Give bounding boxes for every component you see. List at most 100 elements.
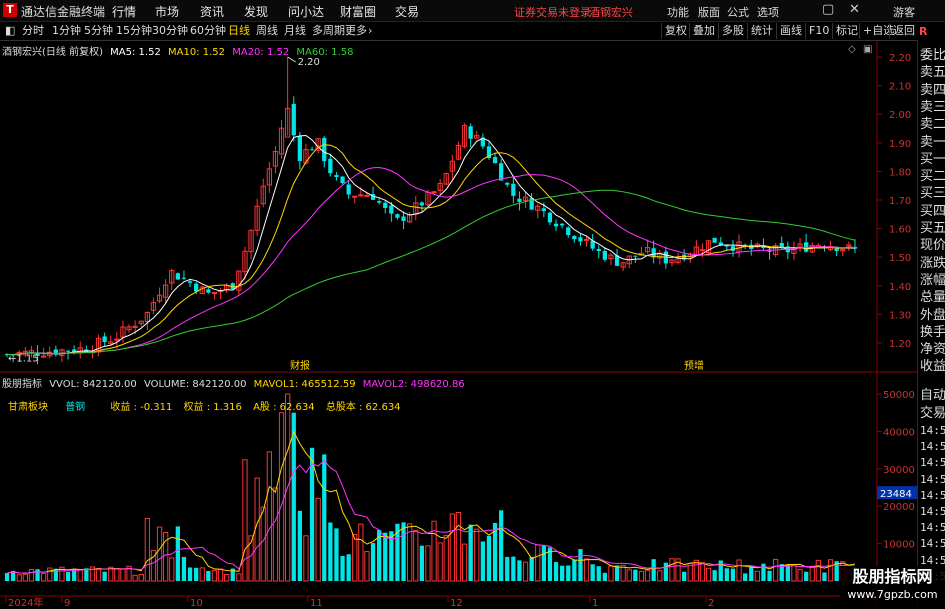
guest-label[interactable]: 游客 — [893, 4, 915, 20]
chart-area[interactable]: 2.20 ←1.15 财报 预增 ◇ ▣ 2.20 2.10 2.00 1.90 1.80 1.70… — [0, 40, 917, 609]
volume-bar — [28, 568, 35, 582]
volume-bar — [480, 541, 485, 581]
top-menu-item[interactable]: 版面 — [698, 4, 720, 20]
toolbar-button[interactable]: 画线 — [776, 23, 805, 39]
chart-close-icon[interactable]: ▣ — [863, 44, 872, 55]
volume-bar — [132, 574, 138, 582]
top-menu-item[interactable]: 选项 — [757, 4, 779, 20]
ma10-label: MA10: 1.52 — [168, 47, 226, 58]
tick-time: 14:56 — [920, 537, 945, 551]
candle-body — [712, 237, 717, 243]
candle-body — [560, 223, 565, 226]
app-title: 通达信金融终端 — [21, 5, 106, 19]
volume-bar — [206, 570, 211, 581]
toolbar-button[interactable]: 统计 — [747, 23, 776, 39]
menu-item[interactable]: 发现 — [244, 3, 268, 20]
menu-item[interactable]: 资讯 — [200, 3, 224, 20]
toolbar-button[interactable]: 多股 — [718, 23, 747, 39]
x-axis-label: 11 — [310, 598, 323, 609]
panel-toggle-icon[interactable]: R — [919, 25, 927, 38]
candle-body — [65, 350, 71, 352]
period-tab[interactable]: 60分钟 — [188, 23, 228, 39]
quote-field-label: 卖四 — [920, 82, 945, 98]
menu-item[interactable]: 问小达 — [288, 3, 324, 20]
volume-bar — [566, 565, 571, 581]
event-marker-preannounce[interactable]: 预增 — [684, 359, 704, 372]
toolbar-button[interactable]: 复权 — [661, 23, 690, 39]
volume-bar — [468, 524, 473, 581]
volume-bar — [827, 559, 834, 582]
collapse-icon[interactable]: ◧ — [3, 23, 17, 39]
volume-bar — [383, 532, 388, 581]
ma60-label: MA60: 1.58 — [296, 47, 354, 58]
event-marker-earnings[interactable]: 财报 — [290, 359, 310, 372]
period-tab[interactable]: 月线 — [282, 23, 308, 39]
volume-bar — [461, 543, 468, 582]
volume-bar — [633, 569, 638, 581]
volume-bar — [340, 555, 345, 581]
minimize-icon[interactable]: ▢ — [822, 2, 834, 17]
candle-body — [322, 137, 327, 162]
period-tab[interactable]: 1分钟 — [50, 23, 83, 39]
period-tab[interactable]: 5分钟 — [82, 23, 115, 39]
period-tab[interactable]: 30分钟 — [150, 23, 190, 39]
period-tab[interactable]: 周线 — [254, 23, 280, 39]
mavol-line — [6, 459, 855, 574]
candle-body — [541, 208, 546, 212]
candle-body — [340, 176, 345, 184]
low-marker-label: ←1.15 — [8, 353, 39, 364]
volume-bar — [437, 542, 443, 582]
candle-body — [41, 355, 47, 358]
vvol-value: VVOL: 842120.00 — [49, 379, 137, 390]
sub-chart-header: 股朋指标 VVOL: 842120.00 VOLUME: 842120.00 M… — [2, 375, 465, 390]
chevron-right-icon[interactable]: › — [366, 23, 374, 39]
chart-settings-icon[interactable]: ◇ — [848, 44, 856, 55]
top-menu-item[interactable]: 功能 — [667, 4, 689, 20]
volume-bar — [272, 487, 279, 582]
login-notice[interactable]: 证券交易未登录 — [514, 4, 591, 20]
volume-bar — [47, 567, 53, 582]
toolbar-button[interactable]: 返回 — [889, 23, 918, 39]
volume-bar — [425, 545, 431, 582]
a-shares-label: A股 : 62.634 — [253, 402, 315, 413]
menu-item[interactable]: 交易 — [395, 3, 419, 20]
top-menu-item[interactable]: 公式 — [727, 4, 749, 20]
volume-bar — [804, 571, 809, 581]
period-tab[interactable]: 15分钟 — [114, 23, 154, 39]
toolbar-button[interactable]: 叠加 — [689, 23, 718, 39]
period-tab[interactable]: 日线 — [226, 23, 252, 39]
candle-body — [364, 194, 370, 197]
volume-bar — [102, 571, 107, 581]
volume-bar — [517, 560, 522, 581]
volume-bar — [187, 567, 193, 581]
volume-bar — [535, 544, 541, 582]
menu-item[interactable]: 财富圈 — [340, 3, 376, 20]
volume-bar — [578, 549, 583, 581]
quote-field-label: 卖一 — [920, 134, 945, 150]
volume-bar — [65, 572, 71, 581]
period-tab[interactable]: 多周期 — [310, 23, 347, 39]
candle-body — [206, 289, 211, 293]
auto-trade-label[interactable]: 自动 — [920, 384, 945, 403]
candle-body — [383, 202, 388, 208]
volume-bar — [309, 447, 315, 581]
close-icon[interactable]: ✕ — [849, 2, 860, 17]
quote-field-label: 外盘 — [920, 307, 945, 323]
toolbar-button[interactable]: F10 — [805, 23, 832, 39]
volume-bar — [785, 564, 790, 581]
volume-bar — [602, 572, 607, 581]
menu-item[interactable]: 行情 — [112, 3, 136, 20]
candle-body — [346, 184, 351, 195]
auto-trade-label[interactable]: 交易 — [920, 402, 945, 421]
period-tab[interactable]: 分时 — [20, 23, 46, 39]
high-marker-label: 2.20 — [298, 57, 320, 68]
volume-bar — [773, 558, 779, 582]
volume-bar — [211, 569, 218, 582]
candle-body — [517, 198, 522, 202]
volume-bar — [114, 568, 120, 582]
volume-bar — [486, 535, 492, 581]
stock-info-row: 甘肃板块 普钢 收益 : -0.311 权益 : 1.316 A股 : 62.6… — [8, 398, 401, 413]
volume-bar — [41, 573, 47, 582]
menu-item[interactable]: 市场 — [155, 3, 179, 20]
toolbar-button[interactable]: 标记 — [832, 23, 861, 39]
